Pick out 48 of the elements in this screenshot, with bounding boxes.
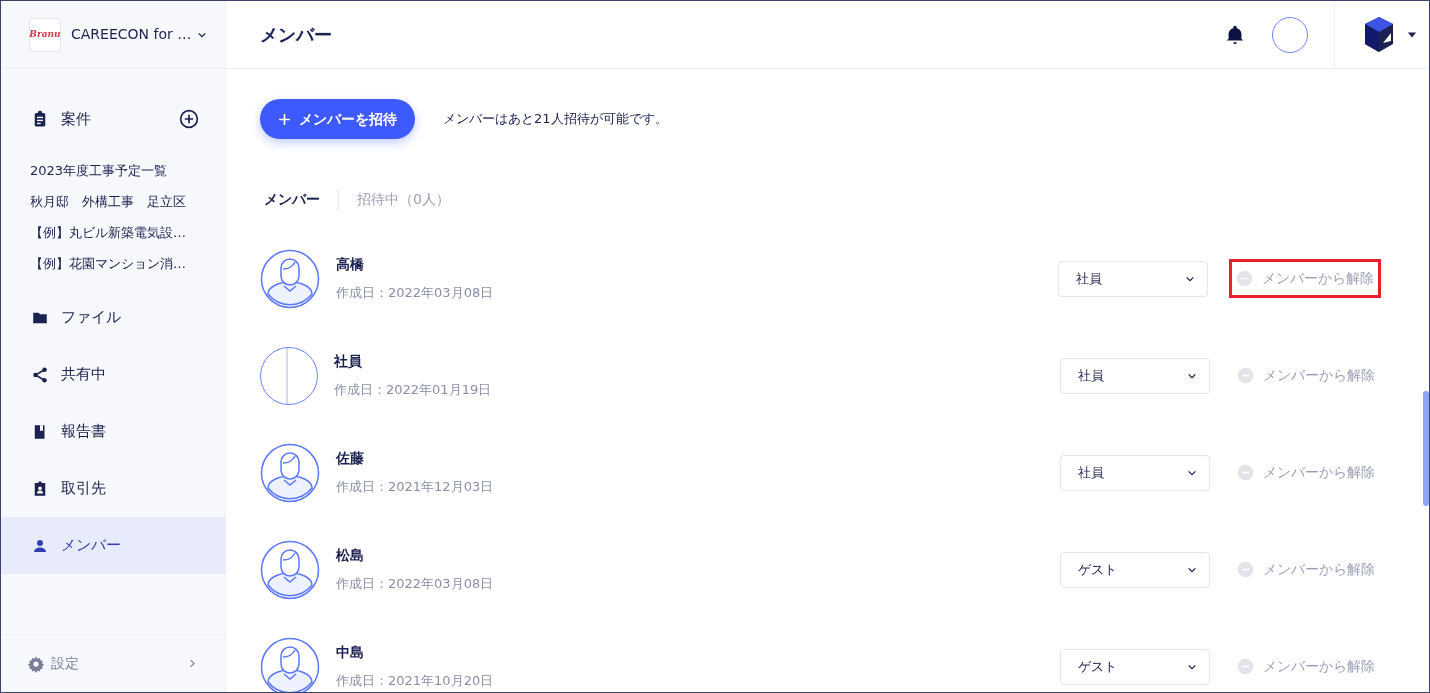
member-name: 高橋 (336, 255, 365, 275)
settings-icon (27, 654, 45, 673)
invite-limit-note: メンバーはあと21人招待が可能です。 (443, 110, 668, 129)
created-date: 作成日：2022年03月08日 (336, 284, 495, 303)
notification-bell-icon[interactable] (1224, 23, 1246, 46)
minus-circle-icon (1237, 658, 1254, 675)
scrollbar-thumb[interactable] (1423, 391, 1429, 506)
organization-logo: Branu (29, 17, 61, 52)
project-link[interactable]: 2023年度工事予定一覧 (1, 155, 225, 186)
member-name: 佐藤 (336, 449, 365, 469)
nav-item[interactable]: 取引先 (1, 460, 225, 517)
role-select[interactable]: ゲスト (1060, 551, 1210, 588)
minus-circle-icon (1237, 367, 1254, 384)
member-name: 社員 (334, 352, 363, 372)
minus-circle-icon (1237, 464, 1254, 481)
nav-item[interactable]: メンバー (1, 517, 225, 574)
invite-member-button[interactable]: メンバーを招待 (260, 99, 415, 139)
share-icon (31, 365, 49, 384)
tab[interactable]: メンバー (260, 189, 324, 210)
section-title: 案件 (61, 108, 91, 130)
avatar-icon (260, 539, 320, 600)
plus-icon (278, 112, 291, 126)
created-date: 作成日：2021年12月03日 (336, 478, 495, 497)
created-date: 作成日：2022年01月19日 (334, 381, 493, 400)
project-link[interactable]: 【例】花園マンション消… (1, 248, 225, 279)
page-title: メンバー (260, 23, 332, 47)
created-date: 作成日：2021年10月20日 (336, 672, 495, 691)
avatar-icon (260, 248, 320, 309)
chevron-right-icon (188, 659, 197, 668)
project-link[interactable]: 【例】丸ビル新築電気設… (1, 217, 225, 248)
member-name: 中島 (336, 643, 365, 663)
nav-item[interactable]: ファイル (1, 289, 225, 346)
member-name: 松島 (336, 546, 365, 566)
avatar-icon (260, 636, 320, 692)
role-select[interactable]: 社員 (1060, 454, 1210, 491)
role-select[interactable]: 社員 (1060, 357, 1210, 394)
add-circle-icon[interactable] (179, 109, 199, 129)
settings-link[interactable]: 設定 (27, 653, 79, 674)
role-select[interactable]: ゲスト (1060, 648, 1210, 685)
nav-item[interactable]: 報告書 (1, 403, 225, 460)
minus-circle-icon (1236, 270, 1253, 287)
project-link[interactable]: 秋月邸 外構工事 足立区 (1, 186, 225, 217)
organization-switcher[interactable]: CAREECON for … (71, 24, 208, 45)
role-select[interactable]: 社員 (1058, 260, 1208, 297)
nav-item[interactable]: 共有中 (1, 346, 225, 403)
minus-circle-icon (1237, 561, 1254, 578)
avatar-icon (260, 442, 320, 503)
created-date: 作成日：2022年03月08日 (336, 575, 495, 594)
